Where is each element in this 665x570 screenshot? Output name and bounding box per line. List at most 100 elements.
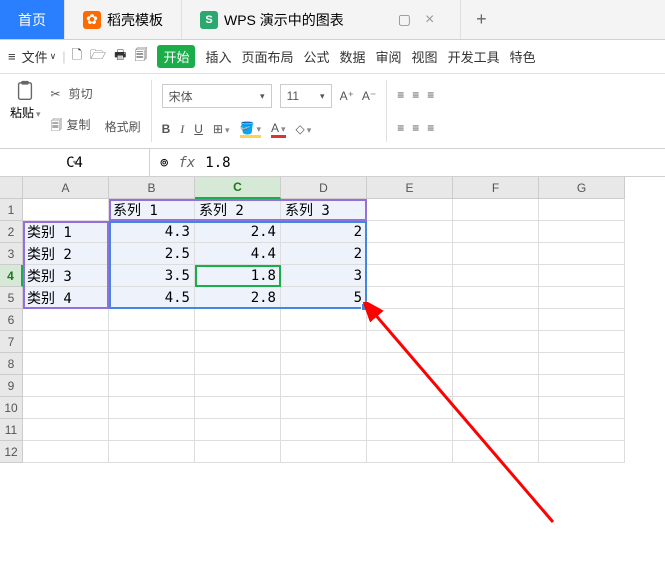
cell[interactable] xyxy=(367,243,453,265)
close-icon[interactable]: × xyxy=(425,11,434,29)
increase-font-icon[interactable]: A⁺ xyxy=(340,89,354,103)
cell[interactable]: 系列 3 xyxy=(281,199,367,221)
cell[interactable] xyxy=(367,353,453,375)
row-header-12[interactable]: 12 xyxy=(0,441,23,463)
cell[interactable]: 4.4 xyxy=(195,243,281,265)
cell[interactable]: 2 xyxy=(281,243,367,265)
row-header-10[interactable]: 10 xyxy=(0,397,23,419)
cell[interactable] xyxy=(281,441,367,463)
cell[interactable]: 系列 2 xyxy=(195,199,281,221)
open-icon[interactable]: 🗁 xyxy=(90,46,106,68)
cell[interactable] xyxy=(281,397,367,419)
cell[interactable] xyxy=(109,397,195,419)
row-header-5[interactable]: 5 xyxy=(0,287,23,309)
cell[interactable] xyxy=(109,331,195,353)
col-header-B[interactable]: B xyxy=(109,177,195,199)
paste-button[interactable]: 粘贴 xyxy=(10,80,41,142)
border-button[interactable]: ⊞ xyxy=(213,122,230,136)
align-top-icon[interactable]: ≡ xyxy=(397,88,404,102)
cell[interactable]: 类别 4 xyxy=(23,287,109,309)
ribbon-tab-extra[interactable]: 特色 xyxy=(510,47,536,66)
file-menu[interactable]: 文件∨ xyxy=(22,47,57,66)
font-color-button[interactable]: A xyxy=(271,121,286,138)
cell[interactable] xyxy=(281,331,367,353)
cell[interactable] xyxy=(23,397,109,419)
new-tab-button[interactable]: + xyxy=(461,0,501,39)
cell[interactable] xyxy=(195,331,281,353)
cell[interactable] xyxy=(367,199,453,221)
cell[interactable] xyxy=(539,221,625,243)
row-header-1[interactable]: 1 xyxy=(0,199,23,221)
cell[interactable] xyxy=(23,309,109,331)
row-header-4[interactable]: 4 xyxy=(0,265,23,287)
tab-home[interactable]: 首页 xyxy=(0,0,65,39)
cell[interactable] xyxy=(539,287,625,309)
cell[interactable] xyxy=(367,397,453,419)
row-header-3[interactable]: 3 xyxy=(0,243,23,265)
cell[interactable]: 系列 1 xyxy=(109,199,195,221)
cell[interactable]: 2.5 xyxy=(109,243,195,265)
cell[interactable] xyxy=(195,419,281,441)
cell[interactable] xyxy=(23,353,109,375)
cell[interactable] xyxy=(453,199,539,221)
cell[interactable] xyxy=(367,441,453,463)
cell[interactable] xyxy=(453,397,539,419)
col-header-E[interactable]: E xyxy=(367,177,453,199)
window-icon[interactable]: ▢ xyxy=(398,11,411,28)
cell[interactable] xyxy=(281,353,367,375)
cell[interactable]: 3 xyxy=(281,265,367,287)
cell[interactable] xyxy=(539,265,625,287)
cell[interactable] xyxy=(453,309,539,331)
cut-button[interactable]: ✂剪切 xyxy=(51,85,141,102)
cell[interactable]: 2.8 xyxy=(195,287,281,309)
cell[interactable]: 5 xyxy=(281,287,367,309)
cell[interactable] xyxy=(453,441,539,463)
row-header-2[interactable]: 2 xyxy=(0,221,23,243)
cell[interactable]: 1.8 xyxy=(195,265,281,287)
cell[interactable] xyxy=(367,287,453,309)
cell[interactable] xyxy=(195,375,281,397)
cell[interactable]: 2 xyxy=(281,221,367,243)
decrease-font-icon[interactable]: A⁻ xyxy=(362,89,376,103)
cell[interactable] xyxy=(195,397,281,419)
row-header-6[interactable]: 6 xyxy=(0,309,23,331)
preview-icon[interactable]: 🗐 xyxy=(134,46,147,68)
cell[interactable] xyxy=(281,419,367,441)
save-icon[interactable]: 🗋 xyxy=(72,46,82,68)
cell[interactable] xyxy=(453,375,539,397)
col-header-F[interactable]: F xyxy=(453,177,539,199)
ribbon-tab-review[interactable]: 审阅 xyxy=(376,47,402,66)
ribbon-tab-dev[interactable]: 开发工具 xyxy=(448,47,500,66)
align-right-icon[interactable]: ≡ xyxy=(427,121,434,135)
cell[interactable] xyxy=(453,243,539,265)
row-header-8[interactable]: 8 xyxy=(0,353,23,375)
print-icon[interactable]: 🖶 xyxy=(114,46,126,68)
cell[interactable] xyxy=(195,441,281,463)
col-header-G[interactable]: G xyxy=(539,177,625,199)
cell[interactable] xyxy=(23,375,109,397)
cell[interactable] xyxy=(539,199,625,221)
name-box[interactable]: C4 ▾ xyxy=(0,149,150,176)
col-header-C[interactable]: C xyxy=(195,177,281,199)
cell[interactable]: 4.3 xyxy=(109,221,195,243)
formula-input[interactable]: 1.8 xyxy=(205,155,230,171)
tab-document[interactable]: S WPS 演示中的图表 ▢ × xyxy=(182,0,461,39)
cell[interactable]: 3.5 xyxy=(109,265,195,287)
cell[interactable] xyxy=(281,309,367,331)
col-header-A[interactable]: A xyxy=(23,177,109,199)
row-header-11[interactable]: 11 xyxy=(0,419,23,441)
cell[interactable] xyxy=(195,309,281,331)
cell[interactable] xyxy=(539,441,625,463)
align-bottom-icon[interactable]: ≡ xyxy=(427,88,434,102)
cell[interactable] xyxy=(539,397,625,419)
row-header-7[interactable]: 7 xyxy=(0,331,23,353)
cell[interactable]: 类别 1 xyxy=(23,221,109,243)
ribbon-tab-view[interactable]: 视图 xyxy=(412,47,438,66)
align-middle-icon[interactable]: ≡ xyxy=(412,88,419,102)
cell[interactable] xyxy=(453,265,539,287)
cell[interactable] xyxy=(109,419,195,441)
cell[interactable] xyxy=(281,375,367,397)
col-header-D[interactable]: D xyxy=(281,177,367,199)
row-header-9[interactable]: 9 xyxy=(0,375,23,397)
cell[interactable] xyxy=(23,199,109,221)
